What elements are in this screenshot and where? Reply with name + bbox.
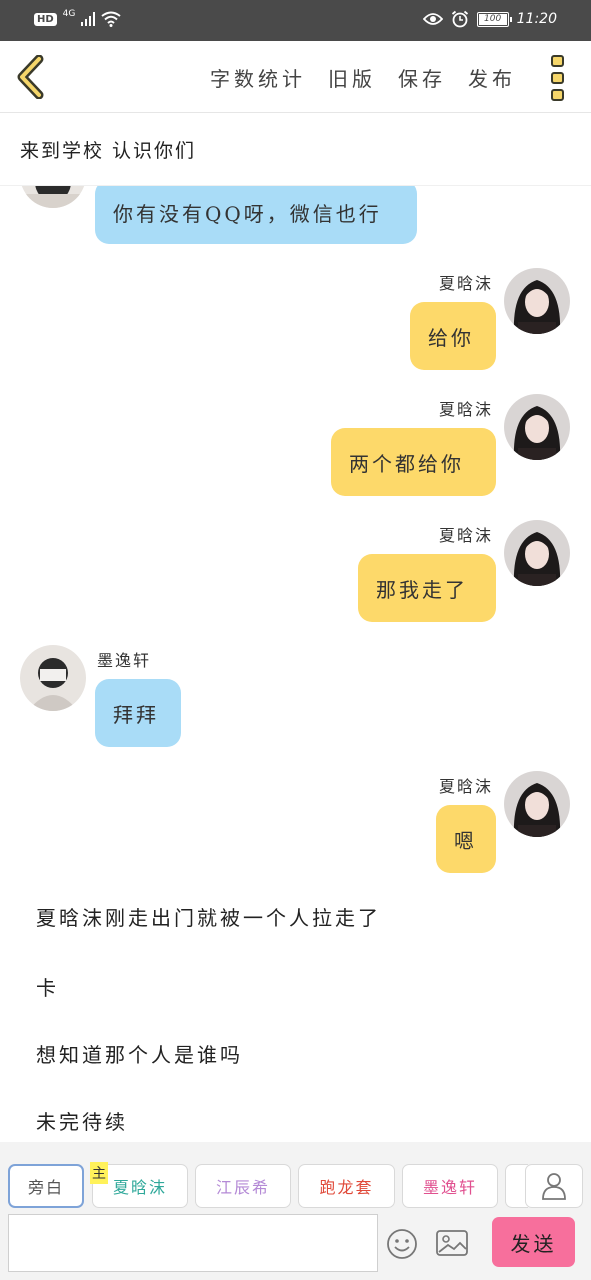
narration-line[interactable]: 未完待续	[36, 1106, 128, 1135]
sender-name: 墨逸轩	[97, 651, 152, 670]
eye-comfort-icon	[422, 13, 443, 25]
image-icon	[436, 1230, 468, 1256]
chapter-title-bar[interactable]: 来到学校 认识你们	[0, 114, 591, 186]
message-input[interactable]	[8, 1214, 378, 1272]
avatar-moyixuan[interactable]	[20, 645, 86, 711]
sender-name: 夏晗沫	[438, 777, 493, 796]
message-bubble[interactable]: 两个都给你	[331, 428, 496, 496]
emoji-button[interactable]	[386, 1228, 418, 1260]
character-narrator[interactable]: 旁白	[8, 1164, 84, 1208]
protagonist-badge: 主	[90, 1162, 108, 1184]
message-bubble[interactable]: 嗯	[436, 805, 496, 873]
character-label: 墨逸轩	[422, 1178, 477, 1197]
message-bubble[interactable]: 拜拜	[95, 679, 181, 747]
narration-line[interactable]: 想知道那个人是谁吗	[36, 1039, 243, 1068]
hd-badge: HD	[34, 12, 57, 26]
avatar-moyixuan[interactable]	[20, 186, 86, 208]
person-icon	[542, 1173, 566, 1200]
more-dot-icon	[551, 55, 564, 67]
character-jiangchenxi[interactable]: 江辰希	[195, 1164, 291, 1208]
publish-button[interactable]: 发布	[468, 63, 516, 92]
back-button[interactable]	[14, 54, 50, 100]
sender-name: 夏晗沫	[438, 274, 493, 293]
wifi-icon	[101, 11, 121, 27]
status-bar: HD 4G 100 11:20	[0, 0, 591, 41]
message-bubble[interactable]: 给你	[410, 302, 496, 370]
narration-line[interactable]: 夏晗沫刚走出门就被一个人拉走了	[36, 902, 381, 931]
character-label: 跑龙套	[319, 1178, 374, 1197]
character-label: 夏晗沫	[112, 1178, 167, 1197]
chat-area[interactable]: 你有没有QQ呀，微信也行 夏晗沫 给你 夏晗沫 两个都给你 夏晗沫 那我走了 墨…	[0, 186, 591, 1142]
battery-indicator: 100	[476, 11, 512, 27]
old-version-button[interactable]: 旧版	[328, 63, 376, 92]
more-dot-icon	[551, 72, 564, 84]
character-extra[interactable]: 跑龙套	[298, 1164, 395, 1208]
smiley-icon	[387, 1229, 417, 1259]
word-count-button[interactable]: 字数统计	[210, 63, 306, 92]
message-bubble[interactable]: 你有没有QQ呀，微信也行	[95, 186, 417, 244]
character-moyixuan[interactable]: 墨逸轩	[402, 1164, 498, 1208]
avatar-xiahanmo[interactable]	[504, 520, 570, 586]
avatar-xiahanmo[interactable]	[504, 771, 570, 837]
avatar-xiahanmo[interactable]	[504, 268, 570, 334]
add-character-button[interactable]	[525, 1164, 583, 1208]
avatar-xiahanmo[interactable]	[504, 394, 570, 460]
character-selector[interactable]: 旁白 主 夏晗沫 江辰希 跑龙套 墨逸轩	[8, 1162, 528, 1210]
character-label: 旁白	[27, 1178, 64, 1197]
save-button[interactable]: 保存	[398, 63, 446, 92]
composer-panel: 旁白 主 夏晗沫 江辰希 跑龙套 墨逸轩 发送	[0, 1142, 591, 1280]
message-bubble[interactable]: 那我走了	[358, 554, 496, 622]
narration-line[interactable]: 卡	[36, 972, 59, 1001]
alarm-icon	[451, 10, 468, 28]
network-type: 4G	[62, 9, 76, 19]
chevron-left-icon	[17, 54, 44, 100]
signal-icon	[81, 12, 96, 26]
editor-toolbar: 字数统计 旧版 保存 发布	[0, 41, 591, 113]
sender-name: 夏晗沫	[438, 526, 493, 545]
sender-name: 夏晗沫	[438, 400, 493, 419]
more-dot-icon	[551, 89, 564, 101]
character-label: 江辰希	[215, 1178, 270, 1197]
battery-level: 100	[484, 14, 502, 24]
send-button[interactable]: 发送	[492, 1217, 575, 1267]
clock: 11:20	[516, 11, 557, 27]
more-menu-button[interactable]	[551, 55, 567, 101]
chapter-title: 来到学校 认识你们	[20, 140, 197, 162]
image-button[interactable]	[435, 1228, 469, 1258]
